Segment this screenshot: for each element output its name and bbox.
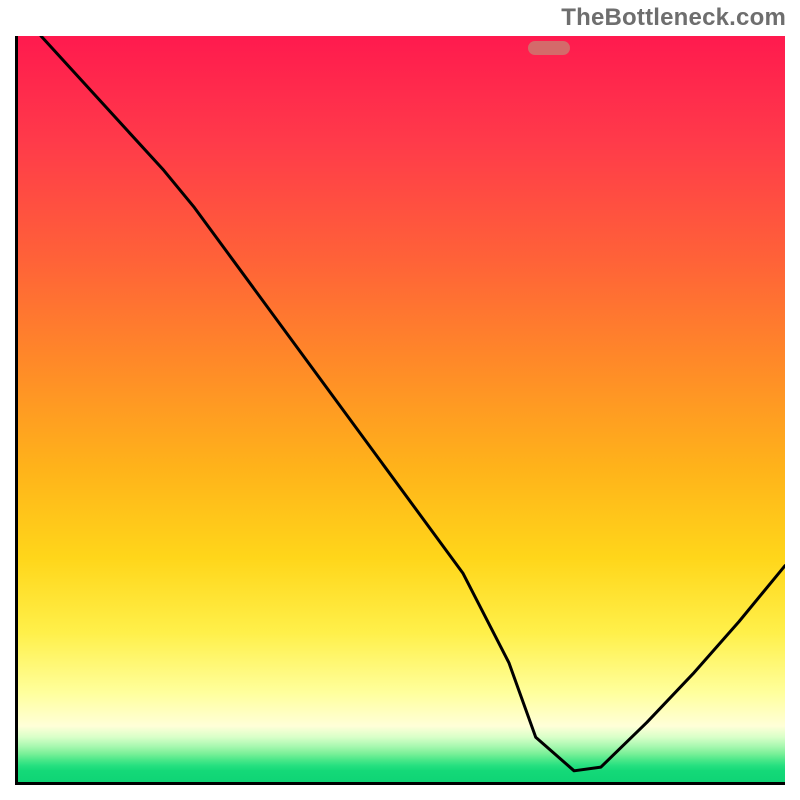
figure-stage: TheBottleneck.com	[0, 0, 800, 800]
plot-area	[15, 36, 785, 785]
watermark-text: TheBottleneck.com	[561, 4, 786, 32]
curve-layer	[18, 36, 785, 782]
bottleneck-curve	[41, 36, 785, 771]
valley-marker	[528, 41, 570, 55]
